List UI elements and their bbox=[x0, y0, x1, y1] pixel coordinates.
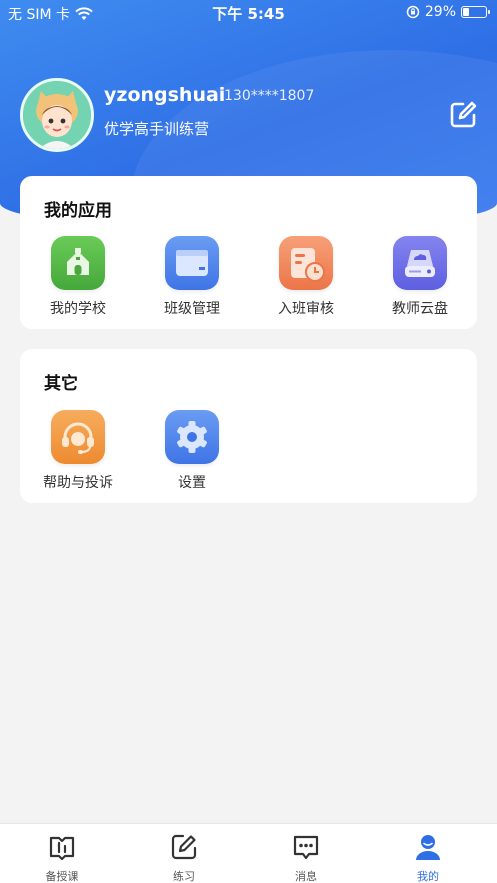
class-board-icon bbox=[165, 236, 219, 290]
message-icon bbox=[293, 835, 319, 860]
avatar[interactable] bbox=[20, 78, 94, 152]
cartoon-girl-icon bbox=[23, 81, 91, 149]
tab-messages[interactable]: 消息 bbox=[266, 832, 346, 883]
app-teacher-cloud-drive[interactable]: 教师云盘 bbox=[370, 236, 470, 318]
profile-section: yzongshuai 130****1807 优学高手训练营 bbox=[20, 78, 480, 152]
tab-practice[interactable]: 练习 bbox=[144, 832, 224, 883]
others-title: 其它 bbox=[44, 374, 78, 394]
app-class-management[interactable]: 班级管理 bbox=[142, 236, 242, 318]
tab-me[interactable]: 我的 bbox=[388, 832, 468, 883]
tab-label: 备授课 bbox=[45, 870, 79, 883]
tab-bar: 备授课 练习 消息 我的 bbox=[0, 823, 497, 883]
tab-label: 练习 bbox=[173, 870, 195, 883]
app-label: 我的学校 bbox=[50, 301, 106, 317]
organization-name: 优学高手训练营 bbox=[104, 120, 210, 138]
gear-icon bbox=[165, 410, 219, 464]
edit-icon bbox=[450, 101, 477, 128]
battery-level bbox=[463, 8, 470, 16]
phone-number: 130****1807 bbox=[224, 88, 315, 104]
person-icon bbox=[416, 835, 440, 860]
tab-lesson-prep[interactable]: 备授课 bbox=[22, 832, 102, 883]
review-clock-icon bbox=[279, 236, 333, 290]
pencil-square-icon bbox=[171, 834, 197, 860]
school-icon bbox=[51, 236, 105, 290]
edit-profile-button[interactable] bbox=[446, 98, 480, 132]
app-my-school[interactable]: 我的学校 bbox=[28, 236, 128, 318]
app-label: 教师云盘 bbox=[392, 301, 448, 317]
battery-percent: 29% bbox=[424, 4, 456, 20]
cloud-drive-icon bbox=[393, 236, 447, 290]
username: yzongshuai bbox=[104, 84, 226, 106]
my-apps-card: 我的应用 我的学校 班级管理 入班审核 教师云盘 bbox=[20, 176, 477, 329]
app-label: 帮助与投诉 bbox=[43, 475, 113, 491]
others-card: 其它 帮助与投诉 设置 bbox=[20, 349, 477, 503]
app-settings[interactable]: 设置 bbox=[142, 410, 242, 492]
headset-icon bbox=[51, 410, 105, 464]
book-icon bbox=[49, 836, 75, 861]
app-label: 入班审核 bbox=[278, 301, 334, 317]
tab-label: 我的 bbox=[417, 870, 439, 883]
rotation-lock-icon bbox=[406, 5, 420, 19]
app-label: 班级管理 bbox=[164, 301, 220, 317]
battery-icon bbox=[461, 6, 490, 18]
status-bar: 无 SIM 卡 下午 5:45 29% bbox=[0, 0, 497, 26]
app-label: 设置 bbox=[178, 475, 206, 491]
tab-label: 消息 bbox=[295, 870, 317, 883]
my-apps-title: 我的应用 bbox=[44, 201, 112, 221]
app-help-complaint[interactable]: 帮助与投诉 bbox=[28, 410, 128, 492]
app-class-review[interactable]: 入班审核 bbox=[256, 236, 356, 318]
